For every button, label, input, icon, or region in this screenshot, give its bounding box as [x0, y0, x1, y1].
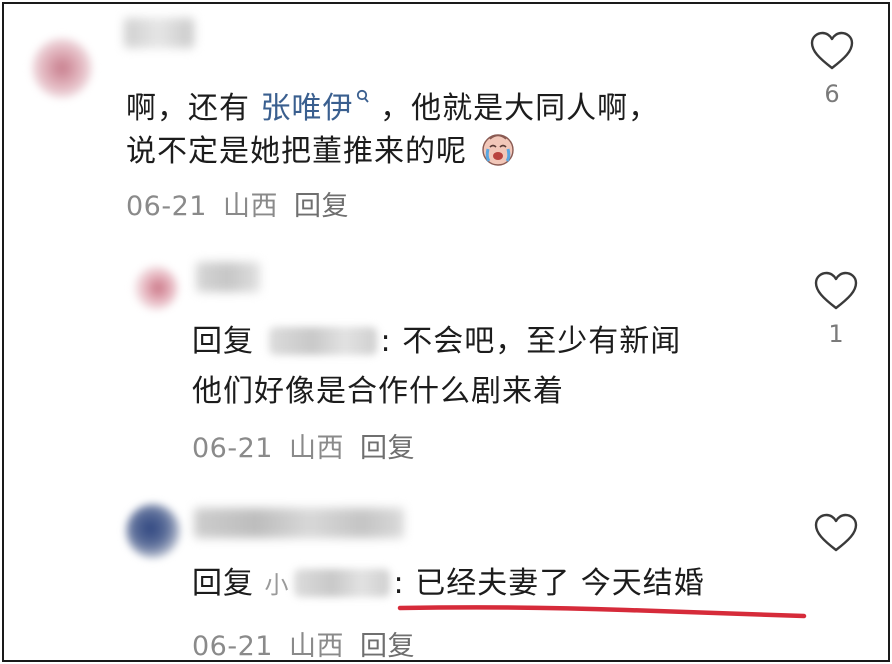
avatar[interactable] [126, 504, 180, 558]
like-button[interactable]: 1 [808, 270, 864, 348]
reply-text-line1: 已经夫妻了 今天结婚 [415, 566, 705, 601]
comment-thread: 啊，还有 张唯伊 ，他就是大同人啊， 说不定是她把董推来的呢 06-21 山西 … [2, 2, 890, 662]
mention-link[interactable]: 张唯伊 [260, 89, 370, 126]
avatar[interactable] [32, 38, 92, 98]
avatar[interactable] [134, 266, 178, 310]
like-button[interactable] [808, 512, 864, 554]
like-count: 1 [828, 320, 844, 348]
comment-location: 山西 [222, 191, 278, 222]
like-count: 6 [824, 80, 840, 108]
reply-text-line2: 他们好像是合作什么剧来着 [192, 374, 564, 409]
comment-date: 06-21 [126, 191, 207, 222]
reply-prefix: 回复 [192, 324, 254, 359]
reply-colon: : [380, 324, 392, 359]
comment-text-pre: 啊，还有 [126, 91, 250, 126]
mention-text: 张唯伊 [260, 91, 354, 126]
comment-meta: 06-21 山西 回复 [192, 624, 431, 662]
username-blurred[interactable] [196, 262, 260, 292]
comment-date: 06-21 [192, 631, 273, 662]
comment-date: 06-21 [192, 433, 273, 464]
comment-location: 山西 [288, 631, 344, 662]
reply-target-blurred[interactable] [293, 569, 390, 597]
reply-text-line1: 不会吧，至少有新闻 [402, 324, 682, 359]
like-button[interactable]: 6 [804, 30, 860, 108]
reply-item: 回复 小: 已经夫妻了 今天结婚 06-21 山西 回复 [4, 484, 888, 660]
comment-text-line2: 说不定是她把董推来的呢 [126, 126, 516, 178]
username-blurred[interactable] [124, 18, 194, 48]
comment-text-post: ，他就是大同人啊， [380, 91, 660, 126]
heart-icon [810, 31, 854, 70]
comment-meta: 06-21 山西 回复 [126, 184, 365, 223]
reply-text: 回复 小: 已经夫妻了 今天结婚 [192, 558, 705, 611]
reply-button[interactable]: 回复 [360, 433, 415, 464]
heart-icon [814, 271, 858, 310]
reply-target-blurred[interactable] [268, 327, 377, 355]
comment-item: 啊，还有 张唯伊 ，他就是大同人啊， 说不定是她把董推来的呢 06-21 山西 … [4, 4, 888, 234]
reply-item: 回复 : 不会吧，至少有新闻 他们好像是合作什么剧来着 06-21 山西 回复 1 [4, 244, 888, 474]
reply-button[interactable]: 回复 [360, 631, 415, 660]
reply-target-initial[interactable]: 小 [265, 571, 290, 599]
username-blurred[interactable] [194, 508, 404, 538]
comment-location: 山西 [288, 433, 344, 464]
search-icon [356, 76, 370, 128]
reply-prefix: 回复 [192, 566, 254, 601]
reply-text: 回复 : 不会吧，至少有新闻 [192, 316, 681, 368]
crying-face-emoji-icon [480, 131, 516, 167]
comment-text-line2-content: 说不定是她把董推来的呢 [126, 134, 467, 169]
comment-meta: 06-21 山西 回复 [192, 426, 431, 465]
reply-colon: : [393, 566, 405, 601]
reply-button[interactable]: 回复 [294, 191, 349, 222]
heart-icon [814, 513, 858, 552]
